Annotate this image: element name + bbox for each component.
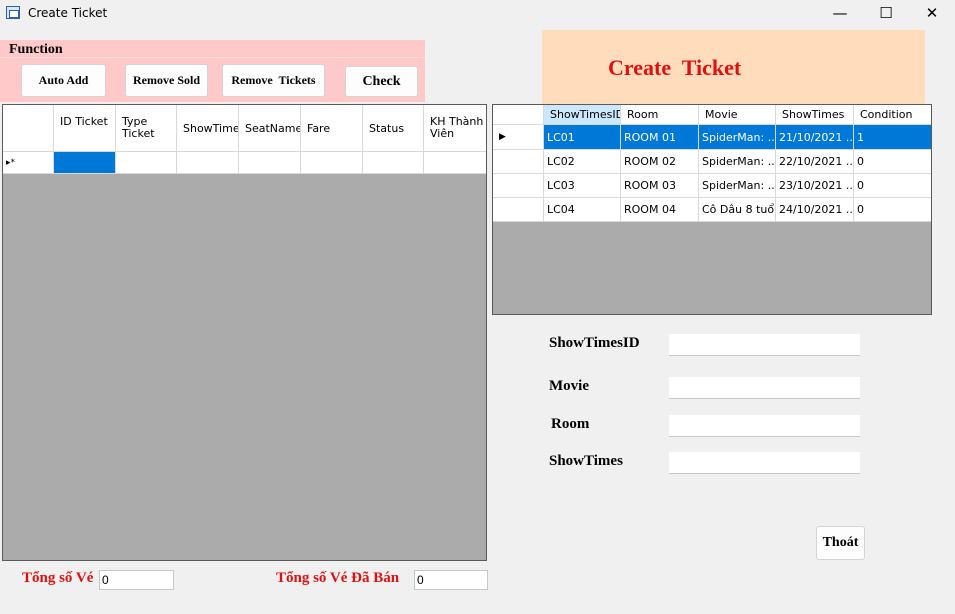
showtimes-field[interactable]: [669, 452, 860, 474]
row-header-current[interactable]: ▶: [493, 125, 544, 150]
movie-field[interactable]: [669, 377, 860, 399]
maximize-button[interactable]: ☐: [863, 0, 909, 26]
ticket-grid[interactable]: ID Ticket Type Ticket ShowTimeI SeatName…: [2, 104, 487, 561]
showtimes-label: ShowTimes: [549, 453, 623, 469]
window-title: Create Ticket: [28, 6, 108, 20]
page-title: Create Ticket: [608, 55, 742, 80]
row-header[interactable]: [493, 174, 544, 198]
total-tickets-label: Tổng số Vé: [22, 570, 94, 586]
table-row-cell[interactable]: 0: [854, 198, 931, 222]
table-row-cell[interactable]: 0: [854, 174, 931, 198]
table-row-cell[interactable]: SpiderMan: ...: [699, 125, 776, 150]
column-header-id-ticket[interactable]: ID Ticket: [54, 105, 116, 152]
column-header-showtimes[interactable]: ShowTimes: [776, 105, 854, 125]
column-header-showtimes-id[interactable]: ShowTimesID: [544, 105, 621, 125]
showtimes-grid[interactable]: ShowTimesID Room Movie ShowTimes Conditi…: [492, 104, 932, 315]
column-header-seat-name[interactable]: SeatName: [239, 105, 301, 152]
showtimes-grid-corner: [493, 105, 544, 125]
table-row-cell[interactable]: ROOM 02: [621, 150, 699, 174]
remove-tickets-button[interactable]: Remove Tickets: [222, 64, 325, 97]
minimize-button[interactable]: —: [817, 0, 863, 26]
table-row-cell[interactable]: 24/10/2021 ...: [776, 198, 854, 222]
new-row-cell-id-ticket[interactable]: [54, 152, 116, 174]
row-header[interactable]: [493, 198, 544, 222]
new-row-cell-member[interactable]: [424, 152, 486, 174]
table-row-cell[interactable]: 23/10/2021 ...: [776, 174, 854, 198]
table-row-cell[interactable]: 0: [854, 150, 931, 174]
table-row-cell[interactable]: LC03: [544, 174, 621, 198]
column-header-movie[interactable]: Movie: [699, 105, 776, 125]
column-header-member[interactable]: KH Thành Viên: [424, 105, 486, 152]
new-row-cell-status[interactable]: [363, 152, 424, 174]
function-divider: [0, 57, 425, 58]
table-row-cell[interactable]: LC04: [544, 198, 621, 222]
table-row-cell[interactable]: SpiderMan: ...: [699, 174, 776, 198]
new-row-cell-type-ticket[interactable]: [116, 152, 177, 174]
ticket-grid-corner: [3, 105, 54, 152]
function-label: Function: [9, 42, 63, 57]
new-row-cell-seat-name[interactable]: [239, 152, 301, 174]
movie-label: Movie: [549, 378, 589, 394]
new-row-cell-fare[interactable]: [301, 152, 363, 174]
table-row-cell[interactable]: SpiderMan: ...: [699, 150, 776, 174]
exit-button[interactable]: Thoát: [816, 526, 865, 560]
column-header-showtime[interactable]: ShowTimeI: [177, 105, 239, 152]
table-row-cell[interactable]: Cô Dâu 8 tuổi: [699, 198, 776, 222]
column-header-type-ticket[interactable]: Type Ticket: [116, 105, 177, 152]
showtimes-id-field[interactable]: [669, 334, 860, 356]
room-field[interactable]: [669, 415, 860, 437]
table-row-cell[interactable]: LC01: [544, 125, 621, 150]
showtimes-id-label: ShowTimesID: [549, 335, 640, 351]
column-header-condition[interactable]: Condition: [854, 105, 931, 125]
app-window-icon: [6, 6, 20, 19]
sold-tickets-label: Tổng số Vé Đã Bán: [276, 570, 400, 586]
new-row-header[interactable]: ▸*: [3, 152, 54, 174]
table-row-cell[interactable]: ROOM 03: [621, 174, 699, 198]
remove-sold-button[interactable]: Remove Sold: [125, 64, 208, 97]
table-row-cell[interactable]: 22/10/2021 ...: [776, 150, 854, 174]
auto-add-button[interactable]: Auto Add: [21, 64, 106, 97]
sold-tickets-field[interactable]: [414, 570, 488, 590]
column-header-fare[interactable]: Fare: [301, 105, 363, 152]
table-row-cell[interactable]: 21/10/2021 ...: [776, 125, 854, 150]
row-header[interactable]: [493, 150, 544, 174]
close-button[interactable]: ✕: [909, 0, 955, 26]
table-row-cell[interactable]: LC02: [544, 150, 621, 174]
title-bar: Create Ticket — ☐ ✕: [0, 0, 955, 26]
table-row-cell[interactable]: ROOM 04: [621, 198, 699, 222]
table-row-cell[interactable]: 1: [854, 125, 931, 150]
column-header-status[interactable]: Status: [363, 105, 424, 152]
room-label: Room: [551, 416, 590, 432]
table-row-cell[interactable]: ROOM 01: [621, 125, 699, 150]
column-header-room[interactable]: Room: [621, 105, 699, 125]
check-button[interactable]: Check: [345, 66, 418, 97]
total-tickets-field[interactable]: [99, 570, 174, 590]
new-row-cell-showtime[interactable]: [177, 152, 239, 174]
